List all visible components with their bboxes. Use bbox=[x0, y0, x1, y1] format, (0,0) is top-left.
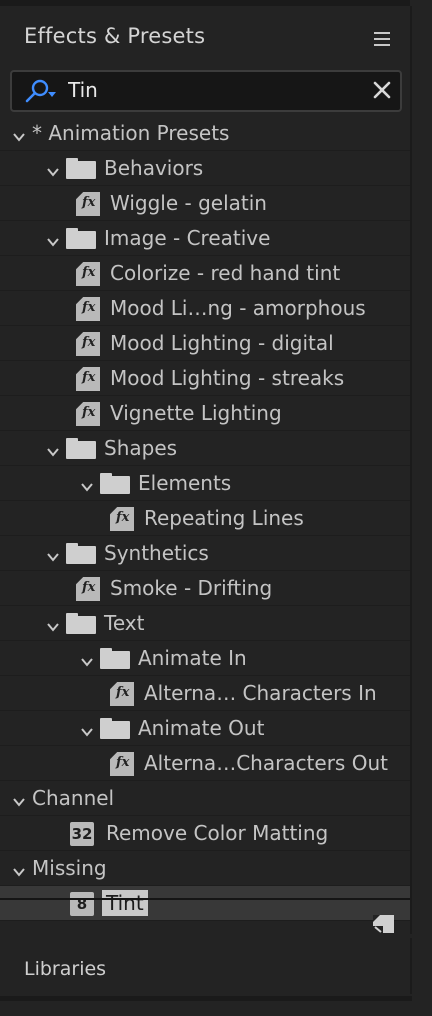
tree-row[interactable]: fx Mood Li…ng - amorphous bbox=[0, 291, 410, 326]
tree-row-label: Tint bbox=[102, 890, 148, 916]
tree-row-label: Animate Out bbox=[138, 716, 265, 740]
tree-row-label: Elements bbox=[138, 471, 232, 495]
search-field[interactable] bbox=[10, 70, 402, 112]
tree-row[interactable]: 32 Remove Color Matting bbox=[0, 816, 410, 851]
folder-icon bbox=[100, 473, 130, 494]
bottom-separator bbox=[0, 996, 412, 1001]
tree-row-label: Vignette Lighting bbox=[110, 401, 282, 425]
tree-row[interactable]: fx Colorize - red hand tint bbox=[0, 256, 410, 291]
folder-icon bbox=[100, 648, 130, 669]
tree-row-label: Colorize - red hand tint bbox=[110, 261, 341, 285]
preset-fx-icon: fx bbox=[110, 507, 134, 531]
tree-row-label: Behaviors bbox=[104, 156, 204, 180]
effects-presets-panel: Effects & Presets * Animation Presets Beh… bbox=[0, 6, 412, 934]
chevron-down-icon[interactable] bbox=[12, 125, 26, 142]
tree-row-label: Smoke - Drifting bbox=[110, 576, 273, 600]
chevron-down-icon[interactable] bbox=[80, 650, 94, 667]
bit-depth-badge-icon: 32 bbox=[70, 822, 94, 846]
tree-row[interactable]: 8 Tint bbox=[0, 886, 410, 921]
tree-row[interactable]: fx Mood Lighting - digital bbox=[0, 326, 410, 361]
tree-row-label: Mood Lighting - streaks bbox=[110, 366, 345, 390]
folder-icon bbox=[100, 718, 130, 739]
tree-row-label: Repeating Lines bbox=[144, 506, 304, 530]
preset-fx-icon: fx bbox=[110, 752, 134, 776]
tree-row-label: Mood Li…ng - amorphous bbox=[110, 296, 366, 320]
tree-row[interactable]: fx Wiggle - gelatin bbox=[0, 186, 410, 221]
tree-row-label: Remove Color Matting bbox=[106, 821, 329, 845]
tree-row[interactable]: * Animation Presets bbox=[0, 116, 410, 151]
libraries-panel-tab[interactable]: Libraries bbox=[0, 938, 412, 994]
tree-row[interactable]: Animate Out bbox=[0, 711, 410, 746]
bit-depth-badge-icon: 8 bbox=[70, 892, 94, 916]
tree-row[interactable]: fx Mood Lighting - streaks bbox=[0, 361, 410, 396]
panel-header: Effects & Presets bbox=[0, 6, 410, 68]
tree-row[interactable]: fx Vignette Lighting bbox=[0, 396, 410, 431]
tree-row[interactable]: Elements bbox=[0, 466, 410, 501]
tree-row[interactable]: fx Alterna… Characters In bbox=[0, 676, 410, 711]
tree-row-label: Synthetics bbox=[104, 541, 209, 565]
preset-fx-icon: fx bbox=[76, 297, 100, 321]
chevron-down-icon[interactable] bbox=[46, 160, 60, 177]
chevron-down-icon[interactable] bbox=[46, 440, 60, 457]
libraries-title: Libraries bbox=[24, 958, 107, 980]
tree-row[interactable]: fx Alterna…Characters Out bbox=[0, 746, 410, 781]
folder-icon bbox=[66, 228, 96, 249]
tree-row[interactable]: fx Smoke - Drifting bbox=[0, 571, 410, 606]
preset-fx-icon: fx bbox=[76, 577, 100, 601]
tree-row[interactable]: Channel bbox=[0, 781, 410, 816]
tree-row-label: Shapes bbox=[104, 436, 178, 460]
search-icon[interactable] bbox=[24, 78, 58, 104]
chevron-down-icon[interactable] bbox=[80, 720, 94, 737]
chevron-down-icon[interactable] bbox=[80, 475, 94, 492]
chevron-down-icon[interactable] bbox=[46, 230, 60, 247]
tree-row-label: Channel bbox=[32, 786, 115, 810]
tree-row[interactable]: Missing bbox=[0, 851, 410, 886]
preset-fx-icon: fx bbox=[76, 192, 100, 216]
folder-icon bbox=[66, 438, 96, 459]
clear-search-icon[interactable] bbox=[370, 78, 394, 102]
tree-row[interactable]: Image - Creative bbox=[0, 221, 410, 256]
tree-row-label: Alterna…Characters Out bbox=[144, 751, 388, 775]
tree-row-label: * Animation Presets bbox=[32, 121, 230, 145]
new-folder-icon[interactable] bbox=[370, 912, 396, 936]
panel-title: Effects & Presets bbox=[24, 24, 206, 48]
tree-row-label: Alterna… Characters In bbox=[144, 681, 377, 705]
chevron-down-icon[interactable] bbox=[12, 790, 26, 807]
folder-icon bbox=[66, 158, 96, 179]
preset-fx-icon: fx bbox=[76, 367, 100, 391]
preset-fx-icon: fx bbox=[76, 402, 100, 426]
tree-row[interactable]: Text bbox=[0, 606, 410, 641]
tree-row-label: Text bbox=[104, 611, 145, 635]
panel-menu-icon[interactable] bbox=[374, 32, 390, 46]
folder-icon bbox=[66, 543, 96, 564]
chevron-down-icon[interactable] bbox=[46, 615, 60, 632]
folder-icon bbox=[66, 613, 96, 634]
panel-divider bbox=[0, 898, 410, 900]
search-input[interactable] bbox=[68, 76, 358, 104]
tree-row-label: Missing bbox=[32, 856, 107, 880]
tree-row-label: Mood Lighting - digital bbox=[110, 331, 334, 355]
tree-row[interactable]: Synthetics bbox=[0, 536, 410, 571]
tree-row-label: Image - Creative bbox=[104, 226, 271, 250]
tree-row-label: Wiggle - gelatin bbox=[110, 191, 267, 215]
preset-fx-icon: fx bbox=[76, 262, 100, 286]
tree-row[interactable]: fx Repeating Lines bbox=[0, 501, 410, 536]
chevron-down-icon[interactable] bbox=[12, 860, 26, 877]
preset-fx-icon: fx bbox=[110, 682, 134, 706]
tree-row-label: Animate In bbox=[138, 646, 247, 670]
tree-row[interactable]: Shapes bbox=[0, 431, 410, 466]
preset-fx-icon: fx bbox=[76, 332, 100, 356]
tree-row[interactable]: Behaviors bbox=[0, 151, 410, 186]
chevron-down-icon[interactable] bbox=[46, 545, 60, 562]
tree-row[interactable]: Animate In bbox=[0, 641, 410, 676]
effects-tree: * Animation Presets Behaviors fx Wiggle - g… bbox=[0, 116, 410, 921]
